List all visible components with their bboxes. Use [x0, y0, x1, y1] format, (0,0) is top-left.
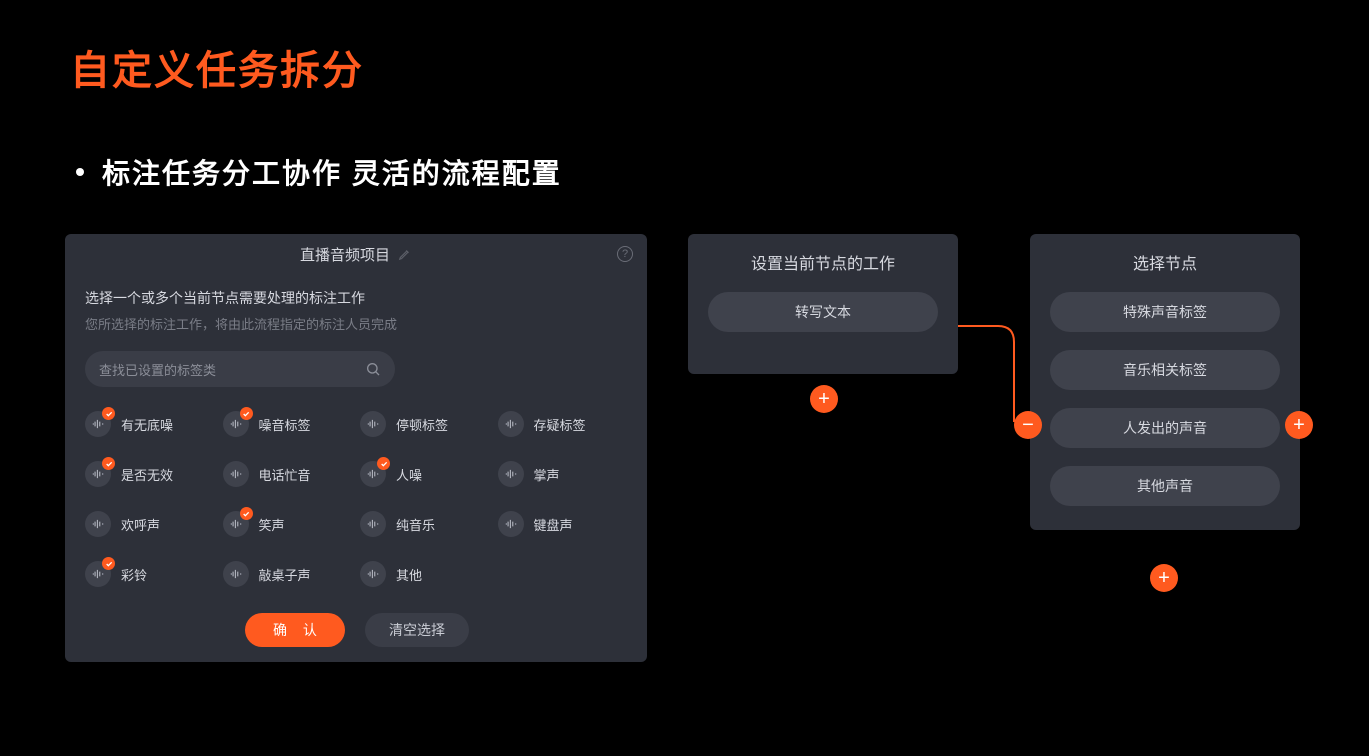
node-pill[interactable]: 其他声音 — [1050, 466, 1280, 506]
tag-label: 电话忙音 — [259, 465, 311, 484]
waveform-icon — [360, 561, 386, 587]
waveform-icon — [498, 411, 524, 437]
waveform-icon — [360, 461, 386, 487]
tag-item[interactable]: 欢呼声 — [85, 511, 215, 537]
card-a-title: 设置当前节点的工作 — [708, 250, 938, 274]
node-pill[interactable]: 人发出的声音 — [1050, 408, 1280, 448]
tag-item[interactable]: 停顿标签 — [360, 411, 490, 437]
tag-grid: 有无底噪 噪音标签 停顿标签 存疑标签是否无效 电话忙音 人噪 掌声欢呼声 笑声 纯音乐 键盘声彩… — [85, 411, 627, 587]
confirm-button[interactable]: 确 认 — [245, 613, 345, 647]
tag-label: 有无底噪 — [121, 415, 173, 434]
tag-item[interactable]: 掌声 — [498, 461, 628, 487]
node-pill[interactable]: 音乐相关标签 — [1050, 350, 1280, 390]
waveform-icon — [360, 411, 386, 437]
waveform-icon — [498, 511, 524, 537]
tag-item[interactable]: 电话忙音 — [223, 461, 353, 487]
bullet-dot — [76, 168, 84, 176]
waveform-icon — [223, 461, 249, 487]
waveform-icon — [498, 461, 524, 487]
waveform-icon — [223, 511, 249, 537]
checked-badge — [377, 457, 390, 470]
waveform-icon — [360, 511, 386, 537]
tag-label: 笑声 — [259, 515, 285, 534]
checked-badge — [240, 407, 253, 420]
bullet-text: 标注任务分工协作 灵活的流程配置 — [102, 152, 562, 192]
bullet-row: 标注任务分工协作 灵活的流程配置 — [76, 152, 562, 192]
help-icon[interactable]: ? — [617, 246, 633, 262]
tag-label: 欢呼声 — [121, 515, 160, 534]
node-pill[interactable]: 特殊声音标签 — [1050, 292, 1280, 332]
panel-subtitle-2: 您所选择的标注工作，将由此流程指定的标注人员完成 — [85, 314, 627, 333]
waveform-icon — [223, 411, 249, 437]
search-input[interactable]: 查找已设置的标签类 — [85, 351, 395, 387]
tag-item[interactable]: 其他 — [360, 561, 490, 587]
tag-label: 键盘声 — [534, 515, 573, 534]
add-node-right-button[interactable]: + — [1285, 411, 1313, 439]
tag-item[interactable]: 噪音标签 — [223, 411, 353, 437]
tag-item[interactable]: 彩铃 — [85, 561, 215, 587]
panel-header: 直播音频项目 ? — [65, 234, 647, 274]
add-node-b-bottom-button[interactable]: + — [1150, 564, 1178, 592]
tag-item[interactable]: 键盘声 — [498, 511, 628, 537]
tag-label: 是否无效 — [121, 465, 173, 484]
tag-label: 停顿标签 — [396, 415, 448, 434]
checked-badge — [240, 507, 253, 520]
select-node-card: 选择节点 特殊声音标签音乐相关标签人发出的声音其他声音 — [1030, 234, 1300, 530]
button-row: 确 认 清空选择 — [85, 613, 627, 647]
tag-item[interactable]: 有无底噪 — [85, 411, 215, 437]
tag-item[interactable]: 存疑标签 — [498, 411, 628, 437]
tag-label: 彩铃 — [121, 565, 147, 584]
card-b-title: 选择节点 — [1050, 250, 1280, 274]
tag-item[interactable]: 纯音乐 — [360, 511, 490, 537]
waveform-icon — [85, 561, 111, 587]
edit-icon[interactable] — [398, 247, 412, 261]
tag-label: 噪音标签 — [259, 415, 311, 434]
tag-item[interactable]: 人噪 — [360, 461, 490, 487]
waveform-icon — [85, 461, 111, 487]
page-title: 自定义任务拆分 — [70, 38, 364, 96]
add-node-a-button[interactable]: + — [810, 385, 838, 413]
waveform-icon — [223, 561, 249, 587]
clear-button[interactable]: 清空选择 — [365, 613, 469, 647]
tag-label: 人噪 — [396, 465, 422, 484]
checked-badge — [102, 557, 115, 570]
panel-title: 直播音频项目 — [300, 244, 390, 265]
search-icon — [365, 361, 381, 377]
tag-label: 敲桌子声 — [259, 565, 311, 584]
remove-connection-button[interactable]: − — [1014, 411, 1042, 439]
current-node-work-card: 设置当前节点的工作 转写文本 — [688, 234, 958, 374]
checked-badge — [102, 457, 115, 470]
tag-label: 其他 — [396, 565, 422, 584]
search-placeholder: 查找已设置的标签类 — [99, 360, 216, 379]
work-pill[interactable]: 转写文本 — [708, 292, 938, 332]
tag-label: 掌声 — [534, 465, 560, 484]
tag-item[interactable]: 笑声 — [223, 511, 353, 537]
tag-item[interactable]: 敲桌子声 — [223, 561, 353, 587]
tag-label: 存疑标签 — [534, 415, 586, 434]
panel-subtitle-1: 选择一个或多个当前节点需要处理的标注工作 — [85, 288, 627, 308]
tag-label: 纯音乐 — [396, 515, 435, 534]
labeling-config-panel: 直播音频项目 ? 选择一个或多个当前节点需要处理的标注工作 您所选择的标注工作，… — [65, 234, 647, 662]
waveform-icon — [85, 511, 111, 537]
tag-item[interactable]: 是否无效 — [85, 461, 215, 487]
checked-badge — [102, 407, 115, 420]
waveform-icon — [85, 411, 111, 437]
